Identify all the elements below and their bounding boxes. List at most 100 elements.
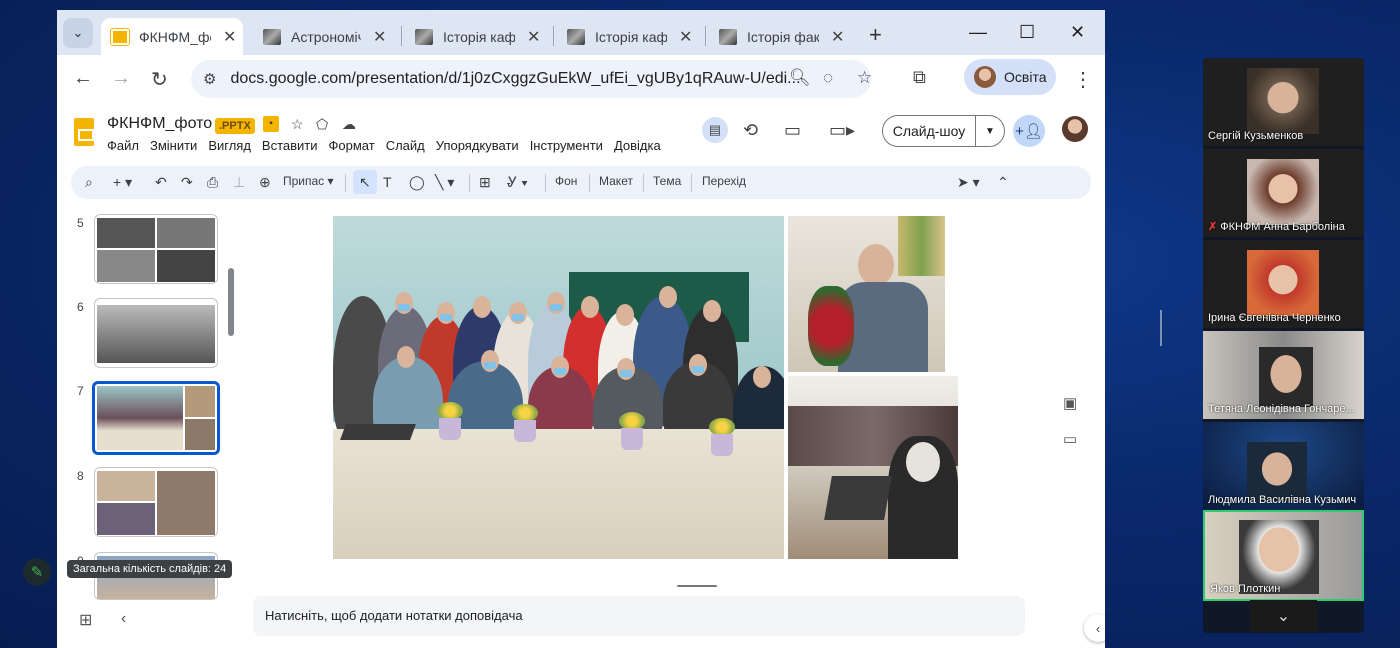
collapse-toolbar-icon[interactable]: ⌃ — [997, 174, 1009, 191]
filmstrip-scrollbar[interactable] — [228, 268, 234, 336]
slide-thumbnail[interactable] — [94, 467, 218, 537]
comment-add-icon[interactable]: ⊞ — [479, 174, 491, 191]
comments-icon[interactable]: ▭ — [784, 120, 801, 141]
close-tab-icon[interactable]: ✕ — [527, 27, 540, 47]
theme-button[interactable]: Тема — [653, 174, 681, 188]
close-window-icon[interactable]: ✕ — [1070, 22, 1085, 43]
menu-tools[interactable]: Інструменти — [530, 138, 603, 153]
participant-tile[interactable]: Тетяна Леонідівна Гончаре... — [1203, 331, 1364, 419]
zoom-select[interactable]: Припас ▾ — [283, 174, 334, 188]
bookmark-star-icon[interactable]: ☆ — [857, 68, 872, 88]
menu-help[interactable]: Довідка — [614, 138, 661, 153]
grid-view-icon[interactable]: ⊞ — [79, 610, 92, 630]
tab-search-button[interactable]: ⌄ — [63, 18, 93, 48]
classroom-photo[interactable] — [788, 376, 958, 559]
chevron-down-icon[interactable]: ⌄ — [1250, 600, 1317, 632]
menu-format[interactable]: Формат — [329, 138, 375, 153]
document-title[interactable]: ФКНФМ_фото — [107, 115, 212, 133]
close-tab-icon[interactable]: ✕ — [373, 27, 386, 47]
photo-mask — [550, 304, 562, 311]
slide-thumbnail-active[interactable] — [92, 381, 220, 455]
current-slide[interactable] — [333, 216, 960, 560]
slide-thumbnail[interactable] — [94, 298, 218, 368]
meet-video-icon[interactable]: ▭▸ — [829, 120, 855, 141]
background-button[interactable]: Фон — [555, 174, 577, 188]
address-bar[interactable]: ⚙ docs.google.com/presentation/d/1j0zCxg… — [191, 60, 872, 98]
speaker-notes[interactable]: Натисніть, щоб додати нотатки доповідача — [253, 596, 1025, 636]
menu-insert[interactable]: Вставити — [262, 138, 318, 153]
search-menus-icon[interactable]: ⌕ — [85, 174, 93, 191]
browser-menu-icon[interactable]: ⋮ — [1073, 67, 1093, 92]
tab-history-dept-2[interactable]: Історія кафедри ✕ — [557, 18, 699, 55]
close-tab-icon[interactable]: ✕ — [831, 27, 844, 47]
side-panel-toggle-icon[interactable]: ‹ — [1084, 614, 1105, 642]
transition-button[interactable]: Перехід — [702, 174, 746, 188]
site-info-icon[interactable]: ⚙ — [203, 70, 216, 88]
paint-format-icon[interactable]: ⊥ — [233, 174, 245, 191]
new-tab-icon[interactable]: + — [869, 22, 882, 48]
text-box-icon[interactable]: T — [383, 174, 392, 190]
collapse-filmstrip-icon[interactable]: ‹ — [121, 610, 126, 628]
version-history-icon[interactable]: ⟲ — [743, 120, 758, 141]
minimize-icon[interactable]: — — [969, 22, 987, 43]
folder-icon[interactable]: ▭ — [1063, 430, 1077, 448]
print-icon[interactable]: ⎙ — [207, 174, 218, 191]
cloud-status-icon[interactable]: ☁ — [342, 116, 356, 133]
menu-file[interactable]: Файл — [107, 138, 139, 153]
share-button[interactable]: +👤︎ — [1013, 115, 1045, 147]
close-tab-icon[interactable]: ✕ — [679, 27, 692, 47]
reload-icon[interactable]: ↻ — [151, 67, 168, 92]
layout-button[interactable]: Макет — [599, 174, 633, 188]
pen-tool-icon[interactable]: ➤ ▾ — [957, 174, 980, 191]
zoom-icon[interactable]: 🔍︎ — [789, 68, 811, 88]
avatar[interactable] — [1062, 116, 1088, 142]
menu-edit[interactable]: Змінити — [150, 138, 197, 153]
tab-history-dept-1[interactable]: Історія кафедри ✕ — [405, 18, 547, 55]
menu-arrange[interactable]: Упорядкувати — [436, 138, 519, 153]
tab-astronomy[interactable]: Астрономічна ✕ — [253, 18, 395, 55]
input-tools-icon[interactable]: Ꮍ ▾ — [507, 174, 528, 191]
tab-history-faculty[interactable]: Історія факультету ✕ — [709, 18, 857, 55]
forward-icon[interactable]: → — [111, 67, 131, 90]
new-slide-icon[interactable]: + ▾ — [113, 174, 132, 191]
portrait-photo[interactable] — [788, 216, 945, 372]
zoom-icon[interactable]: ⊕ — [259, 174, 271, 191]
slide-format-icon[interactable]: ▪ — [263, 116, 279, 132]
participant-video — [1247, 250, 1319, 316]
slide-count-tooltip: Загальна кількість слайдів: 24 — [67, 560, 233, 578]
participant-tile[interactable]: ✗ ФКНФМ Анна Барболіна — [1203, 149, 1364, 237]
star-icon[interactable]: ☆ — [291, 116, 304, 133]
tab-slides[interactable]: ФКНФМ_фото ✕ — [101, 18, 243, 55]
redo-icon[interactable]: ↷ — [181, 174, 193, 191]
notes-resize-handle[interactable] — [677, 585, 717, 587]
line-icon[interactable]: ╲ ▾ — [435, 174, 454, 191]
chevron-down-icon[interactable]: ▼ — [976, 126, 1004, 137]
photo-flower — [508, 404, 542, 444]
image-favicon-icon — [263, 28, 281, 45]
undo-icon[interactable]: ↶ — [155, 174, 167, 191]
participant-tile[interactable]: Людмила Василівна Кузьмич — [1203, 422, 1364, 510]
participant-video — [1247, 442, 1307, 502]
profile-button[interactable]: Освіта — [964, 59, 1056, 95]
back-icon[interactable]: ← — [73, 67, 93, 90]
menu-slide[interactable]: Слайд — [386, 138, 425, 153]
edit-pencil-icon[interactable]: ✎ — [23, 558, 51, 586]
extensions-icon[interactable]: ⧉ — [913, 67, 926, 88]
maximize-icon[interactable]: ☐ — [1019, 22, 1035, 43]
presenter-icon[interactable]: ▤ — [702, 117, 728, 143]
eye-off-icon[interactable]: ◌ — [823, 68, 833, 88]
move-to-drive-icon[interactable]: ⬠ — [316, 116, 328, 133]
participant-tile[interactable]: Сергій Кузьменков — [1203, 58, 1364, 146]
group-photo[interactable] — [333, 216, 784, 559]
slideshow-button[interactable]: Слайд-шоу ▼ — [882, 115, 1005, 147]
shape-icon[interactable]: ◯ — [409, 174, 425, 191]
photo-face — [753, 366, 771, 388]
slide-thumbnail[interactable] — [94, 214, 218, 284]
select-cursor-icon[interactable]: ↖ — [359, 174, 371, 191]
participant-tile-speaking[interactable]: Яков Плоткин — [1203, 510, 1364, 601]
participant-tile[interactable]: Ірина Євгенівна Черненко — [1203, 240, 1364, 328]
keep-icon[interactable]: ▣ — [1063, 394, 1077, 412]
close-tab-icon[interactable]: ✕ — [223, 27, 236, 47]
slides-logo-icon[interactable] — [74, 118, 94, 146]
menu-view[interactable]: Вигляд — [208, 138, 251, 153]
